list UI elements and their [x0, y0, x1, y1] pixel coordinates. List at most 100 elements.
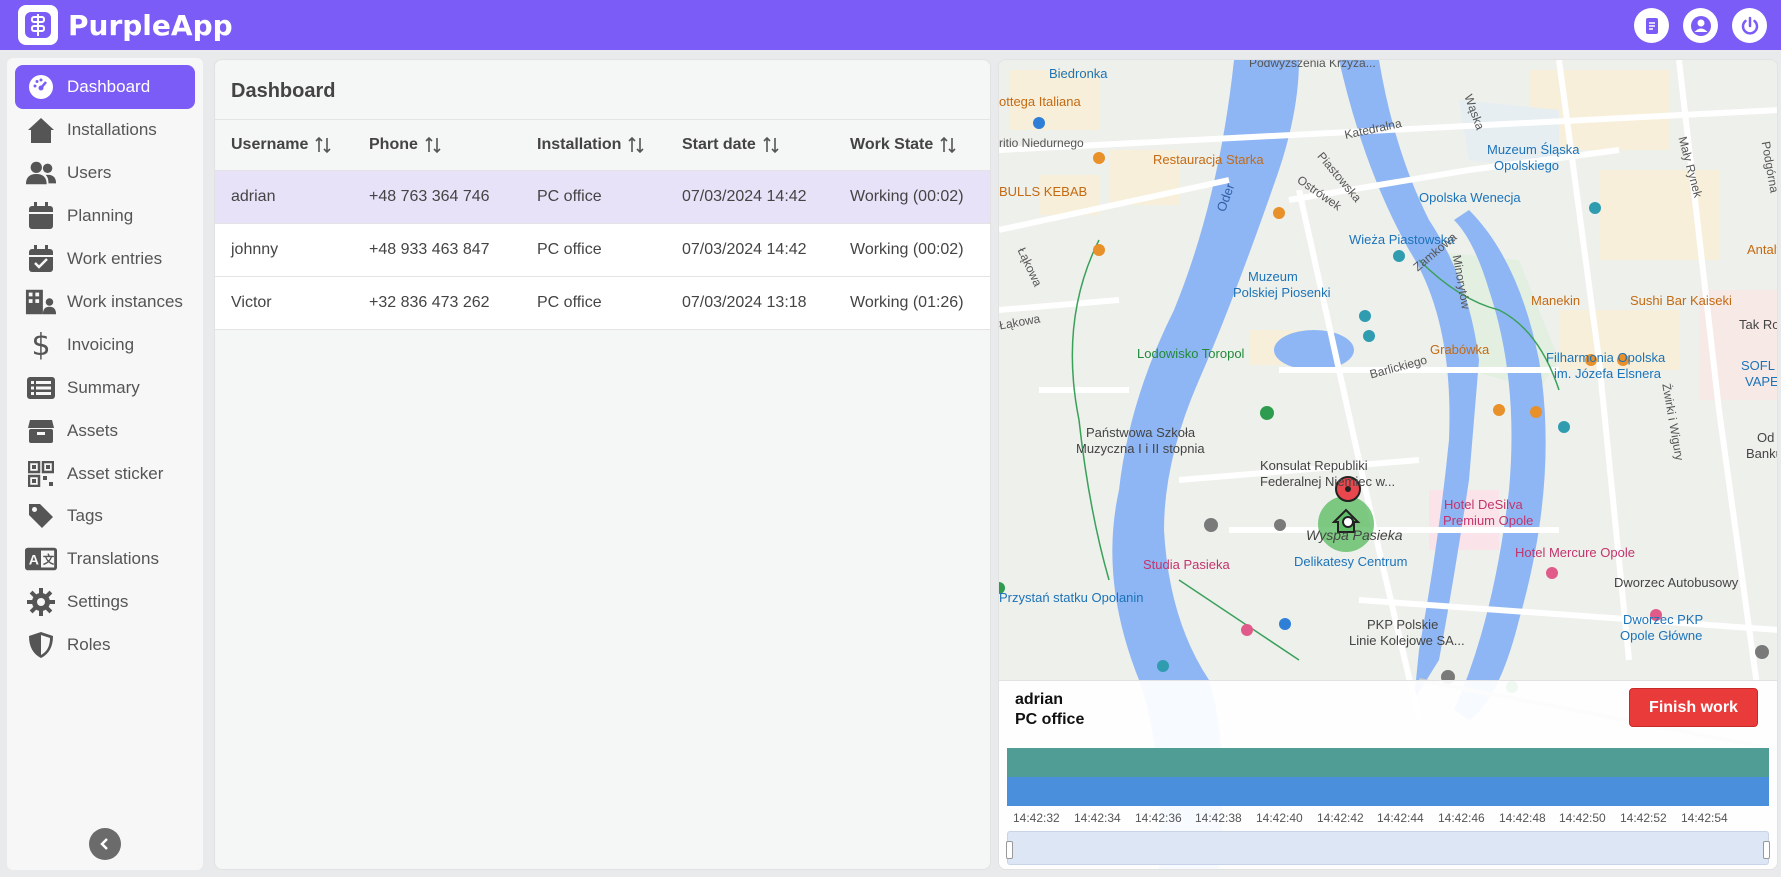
- sidebar-item-work-entries[interactable]: Work entries: [15, 237, 195, 281]
- sidebar-item-assets[interactable]: Assets: [15, 409, 195, 453]
- cell-start-date: 07/03/2024 14:42: [682, 241, 807, 258]
- timeline-tick: 14:42:38: [1195, 811, 1242, 825]
- map-label: ritio Niedurnego: [999, 136, 1084, 150]
- table-row[interactable]: adrian +48 763 364 746 PC office 07/03/2…: [215, 171, 990, 224]
- users-icon: [25, 158, 57, 188]
- timeline-tick: 14:42:44: [1377, 811, 1424, 825]
- building-user-icon: [25, 287, 57, 317]
- sort-icon: [425, 136, 441, 154]
- map-label: BULLS KEBAB: [999, 184, 1088, 199]
- sidebar-item-settings[interactable]: Settings: [15, 580, 195, 624]
- map-label: Sushi Bar Kaiseki: [1630, 293, 1732, 308]
- cell-start-date: 07/03/2024 14:42: [682, 188, 807, 205]
- cell-installation: PC office: [537, 188, 602, 205]
- map-label: Filharmonia Opolska: [1546, 350, 1666, 365]
- sidebar-item-users[interactable]: Users: [15, 151, 195, 195]
- map-label: Od: [1757, 430, 1775, 445]
- cell-installation: PC office: [537, 241, 602, 258]
- calendar-icon: [25, 201, 57, 231]
- sidebar-item-work-instances[interactable]: Work instances: [15, 280, 195, 324]
- scrubber-handle-left[interactable]: [1006, 841, 1013, 859]
- map-label: Przystań statku Opolanin: [999, 590, 1144, 605]
- table-row[interactable]: johnny +48 933 463 847 PC office 07/03/2…: [215, 224, 990, 277]
- cell-username: Victor: [231, 294, 272, 311]
- cell-start-date: 07/03/2024 13:18: [682, 294, 807, 311]
- map-label: Dworzec Autobusowy: [1614, 575, 1739, 590]
- sidebar-item-installations[interactable]: Installations: [15, 108, 195, 152]
- sidebar-item-invoicing[interactable]: $ Invoicing: [15, 323, 195, 367]
- scrubber-handle-right[interactable]: [1763, 841, 1770, 859]
- column-label: Start date: [682, 136, 756, 153]
- map-label: VAPE: [1745, 374, 1778, 389]
- timeline-ticks: 14:42:32 14:42:34 14:42:36 14:42:38 14:4…: [1007, 811, 1769, 827]
- column-label: Work State: [850, 136, 934, 153]
- document-icon[interactable]: [1634, 8, 1669, 43]
- timeline-tick: 14:42:42: [1317, 811, 1364, 825]
- svg-text:A: A: [29, 552, 39, 568]
- sidebar-item-label: Invoicing: [67, 335, 135, 354]
- column-header-phone[interactable]: Phone: [369, 136, 441, 154]
- sidebar-item-label: Users: [67, 163, 112, 182]
- cell-phone: +48 933 463 847: [369, 241, 490, 258]
- worker-info-card: adrian PC office Finish work 14:42:32 14…: [999, 680, 1777, 869]
- sidebar-item-label: Planning: [67, 206, 134, 225]
- sidebar-item-label: Work entries: [67, 249, 163, 268]
- map-label: Tak Ro: [1739, 317, 1778, 332]
- app-logo[interactable]: [18, 5, 58, 45]
- finish-work-button[interactable]: Finish work: [1629, 688, 1758, 727]
- timeline-track-top: [1007, 748, 1769, 777]
- map-label: Linie Kolejowe SA...: [1349, 633, 1465, 648]
- dollar-icon: $: [31, 327, 51, 363]
- map-label: Hotel Mercure Opole: [1515, 545, 1635, 560]
- sort-icon: [628, 136, 645, 154]
- sidebar-item-dashboard[interactable]: Dashboard: [15, 65, 195, 109]
- sort-icon: [315, 136, 331, 154]
- sidebar-item-planning[interactable]: Planning: [15, 194, 195, 238]
- cell-installation: PC office: [537, 294, 602, 311]
- sidebar-item-roles[interactable]: Roles: [15, 623, 195, 667]
- map-label: Opole Główne: [1620, 628, 1703, 643]
- timeline-tick: 14:42:46: [1438, 811, 1485, 825]
- timeline-tick: 14:42:32: [1013, 811, 1060, 825]
- column-header-installation[interactable]: Installation: [537, 136, 645, 154]
- cell-phone: +48 763 364 746: [369, 188, 490, 205]
- timeline-scrubber[interactable]: [1006, 831, 1770, 865]
- table-row[interactable]: Victor +32 836 473 262 PC office 07/03/2…: [215, 277, 990, 330]
- map-label: Muzeum: [1248, 269, 1298, 284]
- map-label: Opolska Wenecja: [1419, 190, 1521, 205]
- cell-work-state: Working (00:02): [850, 241, 964, 258]
- user-icon[interactable]: [1683, 8, 1718, 43]
- top-bar: PurpleApp: [0, 0, 1781, 50]
- qr-icon: [25, 459, 57, 489]
- chevron-left-icon: [100, 838, 108, 850]
- sidebar-item-label: Summary: [67, 378, 140, 397]
- cell-username: johnny: [231, 241, 279, 258]
- sidebar-item-translations[interactable]: A文 Translations: [15, 537, 195, 581]
- collapse-sidebar-button[interactable]: [89, 828, 121, 860]
- page-title: Dashboard: [231, 80, 336, 102]
- sidebar-item-label: Work instances: [67, 292, 183, 311]
- map-label: Państwowa Szkoła: [1086, 425, 1196, 440]
- power-icon[interactable]: [1732, 8, 1767, 43]
- sidebar-item-summary[interactable]: Summary: [15, 366, 195, 410]
- timeline-tick: 14:42:54: [1681, 811, 1728, 825]
- dashboard-panel: Dashboard Username Phone Installation St…: [214, 59, 991, 870]
- column-label: Username: [231, 136, 309, 153]
- dashboard-icon: [25, 72, 57, 102]
- map-label: Manekin: [1531, 293, 1581, 308]
- sidebar-item-asset-sticker[interactable]: Asset sticker: [15, 452, 195, 496]
- map-label: Biedronka: [1049, 66, 1108, 81]
- map-panel[interactable]: Biedronka Podwyższenia Krzyża... ottega …: [998, 59, 1778, 870]
- column-header-start-date[interactable]: Start date: [682, 136, 779, 154]
- column-header-username[interactable]: Username: [231, 136, 331, 154]
- timeline-track-bottom: [1007, 777, 1769, 806]
- column-label: Phone: [369, 136, 418, 153]
- map-label: Federalnej Niemiec w...: [1260, 474, 1396, 489]
- map-label: Dworzec PKP: [1623, 612, 1704, 627]
- sidebar: Dashboard Installations Users Planning W…: [7, 58, 203, 870]
- column-header-work-state[interactable]: Work State: [850, 136, 956, 154]
- sidebar-item-tags[interactable]: Tags: [15, 494, 195, 538]
- cell-username: adrian: [231, 188, 276, 205]
- map-label: Studia Pasieka: [1143, 557, 1230, 572]
- worker-installation: PC office: [1015, 711, 1085, 728]
